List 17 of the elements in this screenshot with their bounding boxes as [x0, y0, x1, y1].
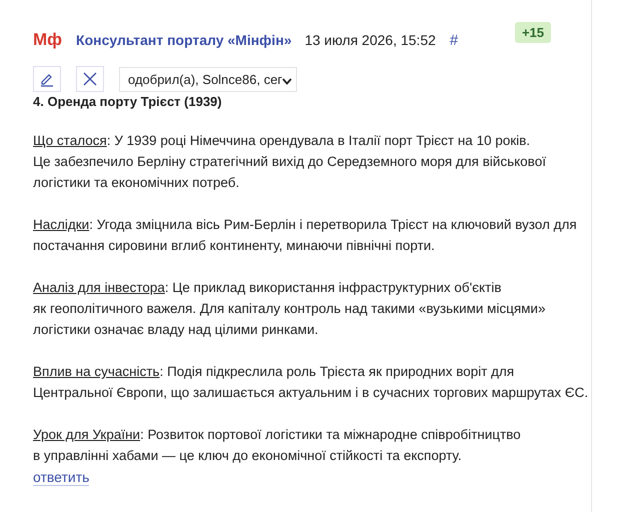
close-button[interactable]: [76, 66, 104, 92]
rating-badge: +15: [514, 22, 551, 42]
caret-icon: [282, 78, 292, 84]
logo: Мф: [33, 30, 62, 50]
paragraph: Наслідки: Угода зміцнила вісь Рим-Берлін і перетворила Трієст на ключовий вузол для постачання сировини вглиб континенту, минаючи північні порти.: [33, 216, 578, 255]
close-icon: [82, 71, 98, 87]
edit-button[interactable]: [33, 66, 61, 92]
paragraph: Вплив на сучасність: Подія підкреслила роль Трієста як природних воріт для Центральної Європи, що залишається актуальним і в сучасних торгових маршрутах ЄС.: [33, 363, 590, 402]
reply-link[interactable]: ответить: [33, 469, 90, 486]
post-heading: 4. Оренда порту Трієст (1939): [33, 94, 223, 109]
status-select[interactable]: одобрил(а), Solnce86, сег: [119, 66, 297, 92]
paragraph: Аналіз для інвестора: Це приклад використання інфраструктурних об'єктів як геополітичного важеля. Для капіталу контроль над такими «вузькими місцями» логістики означає владу над цілими ринками.: [33, 279, 546, 339]
paragraph: Що сталося: У 1939 році Німеччина орендувала в Італії порт Трієст на 10 років. Це забезпечило Берліну стратегічний вихід до Середземного моря для військової логістики та економічних потреб.: [33, 132, 547, 192]
comment-date: 13 июля 2026, 15:52: [304, 32, 436, 48]
author-link[interactable]: Консультант порталу «Мінфін»: [76, 32, 292, 48]
paragraph: Урок для України: Розвиток портової логістики та міжнародне співробітництво в управлінні хабами — це ключ до економічної стійкості та експорту.: [33, 426, 522, 465]
anchor-link[interactable]: #: [450, 32, 458, 48]
